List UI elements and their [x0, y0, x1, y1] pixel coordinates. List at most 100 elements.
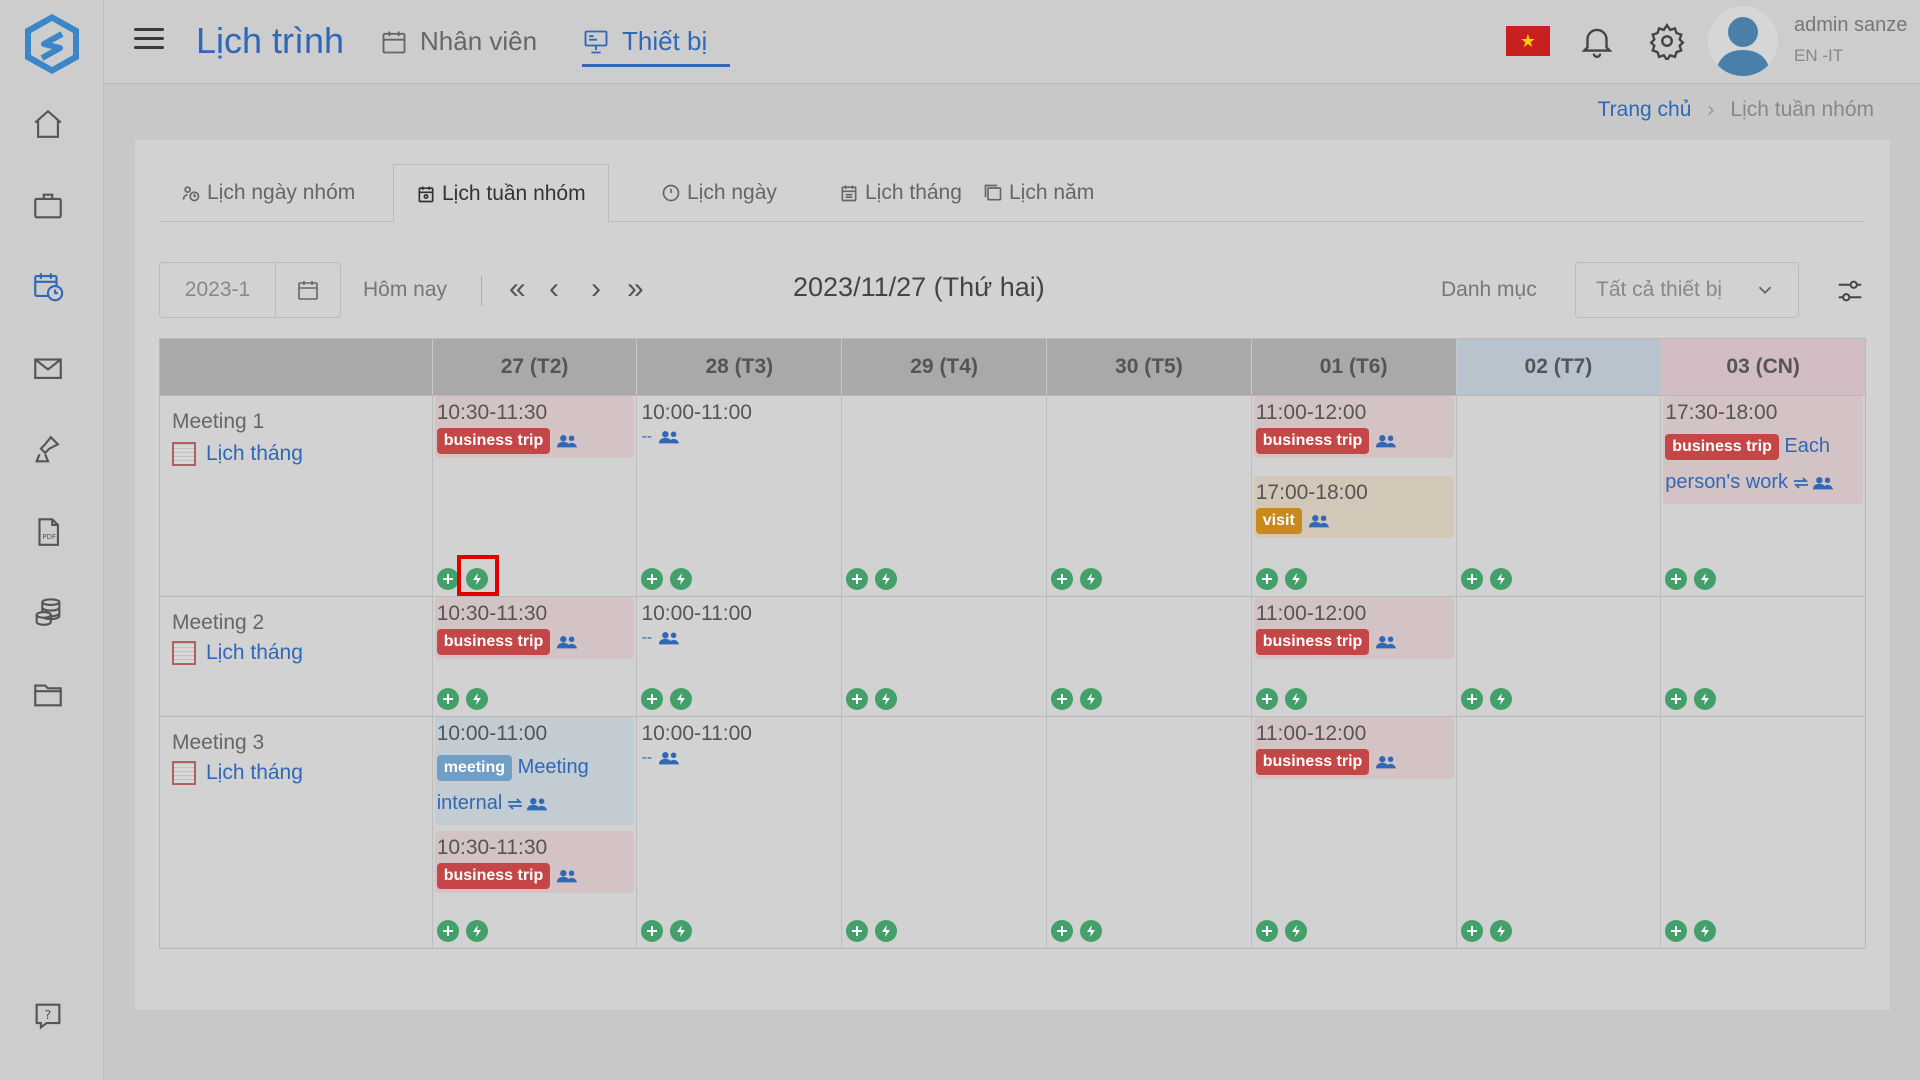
add-event-icon[interactable] [1255, 920, 1278, 942]
quick-add-bolt-icon[interactable] [670, 688, 693, 710]
mail-icon[interactable] [28, 348, 68, 388]
day-cell[interactable]: 11:00-12:00 business trip 17:00-18:00 vi… [1250, 396, 1456, 596]
day-cell[interactable] [1045, 597, 1251, 716]
quick-add-bolt-icon[interactable] [1079, 688, 1102, 710]
add-event-icon[interactable] [1665, 920, 1688, 942]
add-event-icon[interactable] [846, 688, 869, 710]
add-event-icon[interactable] [846, 568, 869, 590]
user-name[interactable]: admin sanze [1794, 14, 1907, 37]
tab-day[interactable]: Lịch ngày [639, 164, 799, 222]
quick-add-bolt-icon[interactable] [1284, 568, 1307, 590]
day-cell[interactable]: 10:30-11:30 business trip [431, 597, 637, 716]
day-cell[interactable]: 11:00-12:00 business trip [1250, 597, 1456, 716]
vietnam-flag-icon[interactable]: ★ [1506, 26, 1550, 56]
add-event-icon[interactable] [641, 568, 664, 590]
date-picker[interactable]: 2023-1 [159, 262, 341, 318]
add-event-icon[interactable] [846, 920, 869, 942]
day-cell[interactable] [1455, 717, 1661, 948]
quick-add-bolt-icon[interactable] [1694, 688, 1717, 710]
prev-day-icon[interactable]: ‹ [549, 272, 559, 306]
add-event-icon[interactable] [1255, 568, 1278, 590]
tab-year[interactable]: Lịch năm [961, 164, 1116, 222]
category-select[interactable]: Tất cả thiết bị [1575, 262, 1799, 318]
quick-add-bolt-icon[interactable] [670, 568, 693, 590]
add-event-icon[interactable] [1665, 568, 1688, 590]
add-event-icon[interactable] [1050, 688, 1073, 710]
quick-add-bolt-icon[interactable] [875, 920, 898, 942]
tab-staff[interactable]: Nhân viên [380, 26, 537, 57]
add-event-icon[interactable] [1460, 688, 1483, 710]
quick-add-bolt-icon[interactable] [1079, 568, 1102, 590]
gear-icon[interactable] [1648, 22, 1686, 63]
event[interactable]: 10:00-11:00 meeting Meeting internal [434, 717, 635, 825]
event[interactable]: 10:30-11:30 business trip [434, 831, 635, 893]
quick-add-bolt-icon[interactable] [1489, 568, 1512, 590]
day-cell[interactable] [841, 717, 1046, 948]
event[interactable]: 10:00-11:00 -- [639, 717, 839, 771]
stamp-icon[interactable] [28, 430, 68, 470]
add-event-icon[interactable] [1460, 920, 1483, 942]
day-cell[interactable] [1455, 597, 1661, 716]
quick-add-bolt-icon[interactable] [875, 688, 898, 710]
breadcrumb-home[interactable]: Trang chủ [1598, 98, 1692, 122]
event[interactable]: 17:00-18:00 visit [1253, 476, 1454, 538]
quick-add-bolt-icon[interactable] [1489, 688, 1512, 710]
calendar-icon[interactable] [276, 263, 340, 317]
next-week-icon[interactable]: » [627, 272, 644, 306]
add-event-icon[interactable] [641, 920, 664, 942]
event[interactable]: 11:00-12:00 business trip [1253, 717, 1454, 779]
day-cell[interactable] [841, 396, 1046, 596]
bell-icon[interactable] [1578, 22, 1616, 60]
filter-sliders-icon[interactable] [1835, 276, 1865, 306]
add-event-icon[interactable] [436, 920, 459, 942]
hamburger-menu-icon[interactable] [134, 28, 164, 54]
quick-add-bolt-icon[interactable] [1284, 688, 1307, 710]
add-event-icon[interactable] [1460, 568, 1483, 590]
day-cell[interactable] [1455, 396, 1661, 596]
add-event-icon[interactable] [1255, 688, 1278, 710]
quick-add-bolt-icon[interactable] [1079, 920, 1102, 942]
quick-add-bolt-icon[interactable] [465, 920, 488, 942]
avatar[interactable] [1708, 6, 1778, 76]
quick-add-bolt-icon[interactable] [1694, 568, 1717, 590]
prev-week-icon[interactable]: « [509, 272, 526, 306]
home-icon[interactable] [28, 104, 68, 144]
day-cell[interactable] [1045, 717, 1251, 948]
event[interactable]: 10:00-11:00 -- [639, 396, 839, 450]
tab-device[interactable]: Thiết bị [582, 26, 707, 57]
day-cell[interactable] [1045, 396, 1251, 596]
next-day-icon[interactable]: › [591, 272, 601, 306]
day-cell[interactable]: 10:00-11:00 -- [636, 717, 841, 948]
event[interactable]: 17:30-18:00 business trip Each person's … [1663, 396, 1864, 504]
quick-add-bolt-icon[interactable] [875, 568, 898, 590]
month-calendar-link[interactable]: Lịch tháng [172, 442, 303, 466]
folder-icon[interactable] [28, 674, 68, 714]
tab-group-day[interactable]: Lịch ngày nhóm [159, 164, 377, 222]
day-cell[interactable]: 11:00-12:00 business trip [1250, 717, 1456, 948]
quick-add-bolt-icon[interactable] [1284, 920, 1307, 942]
today-button[interactable]: Hôm nay [363, 278, 447, 302]
add-event-icon[interactable] [436, 688, 459, 710]
help-icon[interactable]: ? [28, 996, 68, 1036]
event[interactable]: 10:30-11:30 business trip [434, 396, 635, 458]
day-cell[interactable]: 10:00-11:00 -- [636, 396, 841, 596]
day-cell[interactable] [1660, 597, 1865, 716]
app-logo[interactable] [22, 12, 82, 76]
quick-add-bolt-icon[interactable] [465, 688, 488, 710]
date-field[interactable]: 2023-1 [160, 263, 276, 317]
day-cell[interactable]: 17:30-18:00 business trip Each person's … [1660, 396, 1865, 596]
event[interactable]: 10:00-11:00 -- [639, 597, 839, 651]
tab-group-week[interactable]: Lịch tuần nhóm [393, 164, 609, 223]
month-calendar-link[interactable]: Lịch tháng [172, 641, 303, 665]
event[interactable]: 11:00-12:00 business trip [1253, 396, 1454, 458]
day-cell[interactable] [841, 597, 1046, 716]
event[interactable]: 11:00-12:00 business trip [1253, 597, 1454, 659]
month-calendar-link[interactable]: Lịch tháng [172, 761, 303, 785]
pdf-icon[interactable]: PDF [28, 512, 68, 552]
calendar-clock-icon[interactable] [28, 266, 68, 306]
event[interactable]: 10:30-11:30 business trip [434, 597, 635, 659]
add-event-icon[interactable] [1050, 920, 1073, 942]
add-event-icon[interactable] [436, 568, 459, 590]
add-event-icon[interactable] [641, 688, 664, 710]
briefcase-icon[interactable] [28, 186, 68, 226]
